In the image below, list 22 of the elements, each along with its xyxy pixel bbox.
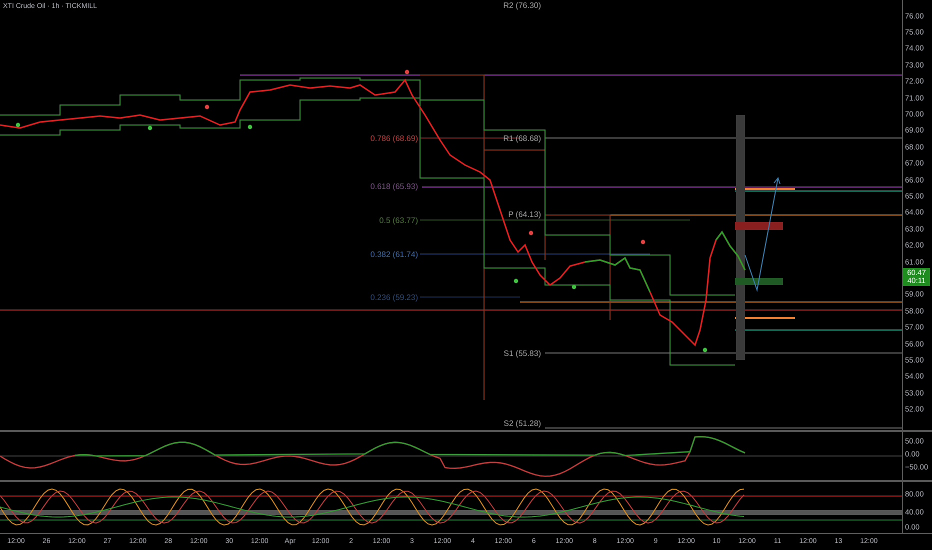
zone-box xyxy=(735,222,783,230)
fib-level-label: 0.786 (68.69) xyxy=(370,134,418,143)
pivot-dot xyxy=(248,124,252,130)
pivot-dot xyxy=(16,122,20,128)
zone-box xyxy=(735,278,783,285)
pivot-level-label: R2 (76.30) xyxy=(503,1,541,10)
pivot-level-label: P (64.13) xyxy=(508,210,541,219)
level-line xyxy=(735,317,795,319)
fib-level-label: 0.618 (65.93) xyxy=(370,182,418,191)
pivot-dot xyxy=(148,126,152,130)
fib-level-label: 0.382 (61.74) xyxy=(370,250,418,259)
pivot-dot xyxy=(702,348,708,352)
pivot-level-label: S2 (51.28) xyxy=(504,419,541,428)
fib-level-label: 0.236 (59.23) xyxy=(370,293,418,302)
pivot-dot xyxy=(528,230,534,236)
pivot-level-label: S1 (55.83) xyxy=(504,349,541,358)
pivot-dot xyxy=(514,278,518,284)
pivot-dot xyxy=(640,240,646,244)
pivot-dot xyxy=(404,70,410,74)
pivot-dot xyxy=(204,104,210,110)
fib-level-label: 0.5 (63.77) xyxy=(379,216,418,225)
pivot-dot xyxy=(572,284,576,290)
